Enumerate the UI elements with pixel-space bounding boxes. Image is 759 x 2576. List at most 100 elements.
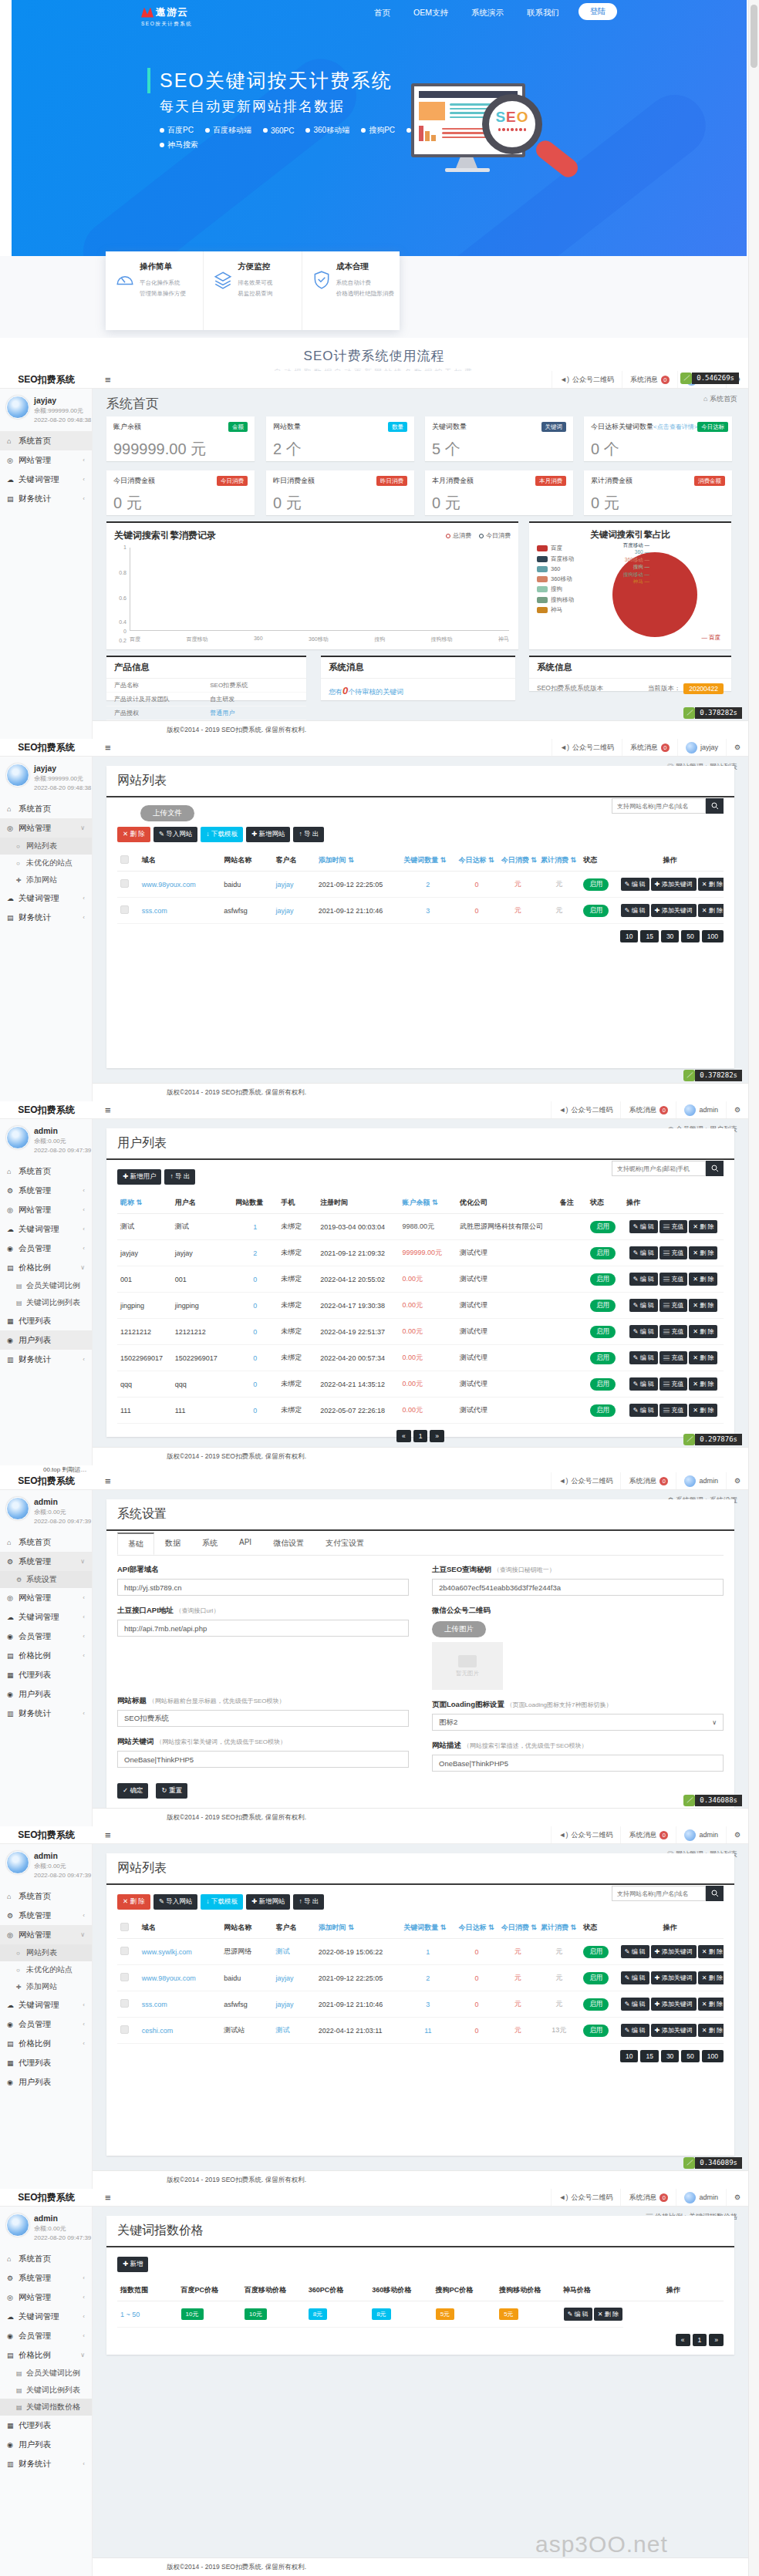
toolbar-button[interactable]: ↑ 导 出: [293, 1894, 324, 1910]
add-keyword-button[interactable]: ✚ 添加关键词: [651, 904, 697, 917]
pie-legend-item[interactable]: 360移动: [537, 575, 574, 583]
pie-legend-item[interactable]: 搜狗移动: [537, 596, 574, 604]
pie-legend-item[interactable]: 百度移动: [537, 555, 574, 563]
add-keyword-button[interactable]: ✚ 添加关键词: [651, 1998, 697, 2011]
row-checkbox[interactable]: [120, 879, 129, 888]
delete-button[interactable]: ✕ 删 除: [594, 2308, 622, 2321]
qr-menu[interactable]: ◄)公众号二维码: [551, 1826, 621, 1843]
sidebar-item[interactable]: ◉ 会员管理 ‹: [0, 1627, 92, 1646]
edit-button[interactable]: ✎ 编 辑: [621, 878, 649, 891]
sidebar-item[interactable]: ▤ 价格比例 ‹: [0, 1646, 92, 1665]
pie-legend-item[interactable]: 百度: [537, 545, 574, 552]
brand-title[interactable]: SEO扣费系统: [0, 1104, 93, 1117]
sidebar-item[interactable]: ▦ 代理列表: [0, 2416, 92, 2435]
sidebar-item[interactable]: ◉ 会员管理 ‹: [0, 2015, 92, 2034]
sidebar-item[interactable]: ⌂ 系统首页: [0, 799, 92, 818]
page-button[interactable]: »: [430, 1430, 444, 1442]
sidebar-toggle-icon[interactable]: ≡: [105, 374, 111, 386]
qr-menu[interactable]: ◄)公众号二维码: [551, 2189, 621, 2206]
sidebar-item[interactable]: ⚙ 系统管理 ‹: [0, 2268, 92, 2288]
delete-button[interactable]: ✕ 删 除: [689, 1273, 717, 1286]
sidebar-subitem[interactable]: ▤ 会员关键词比例: [0, 1277, 92, 1294]
page-button[interactable]: «: [676, 2334, 690, 2346]
sidebar-item[interactable]: ☁ 关键词管理 ‹: [0, 888, 92, 908]
toolbar-button[interactable]: ✎ 导入网站: [153, 1894, 197, 1910]
customer-link[interactable]: jayjay: [275, 881, 293, 888]
sidebar-item[interactable]: ▦ 代理列表: [0, 1311, 92, 1330]
system-message-menu[interactable]: 系统消息0: [620, 2189, 676, 2206]
nav-item[interactable]: 首页: [374, 8, 390, 19]
toolbar-button[interactable]: ↑ 导 出: [164, 1169, 195, 1185]
add-keyword-button[interactable]: ✚ 添加关键词: [651, 878, 697, 891]
recharge-button[interactable]: ▤ 充值: [659, 1325, 687, 1338]
edit-button[interactable]: ✎ 编 辑: [621, 1945, 649, 1958]
recharge-button[interactable]: ▤ 充值: [659, 1299, 687, 1312]
search-input[interactable]: [612, 1161, 706, 1176]
sidebar-item[interactable]: ▤ 价格比例 ∨: [0, 1258, 92, 1277]
delete-button[interactable]: ✕ 删 除: [689, 1325, 717, 1338]
edit-button[interactable]: ✎ 编 辑: [629, 1325, 658, 1338]
row-checkbox[interactable]: [120, 2025, 129, 2034]
sidebar-item[interactable]: ⌂ 系统首页: [0, 2249, 92, 2268]
select-all-checkbox[interactable]: [120, 1923, 129, 1931]
row-checkbox[interactable]: [120, 905, 129, 914]
sidebar-item[interactable]: ◎ 网站管理 ‹: [0, 450, 92, 470]
user-menu[interactable]: admin: [676, 1826, 726, 1843]
pie-legend-item[interactable]: 360: [537, 565, 574, 572]
customer-link[interactable]: 测试: [275, 1947, 289, 1955]
toolbar-button[interactable]: ✚ 新增网站: [246, 827, 290, 842]
site-domain-link[interactable]: ceshi.com: [142, 2027, 174, 2035]
brand-title[interactable]: SEO扣费系统: [0, 1475, 93, 1488]
user-menu[interactable]: admin: [676, 1101, 726, 1118]
sidebar-toggle-icon[interactable]: ≡: [105, 1104, 111, 1116]
page-size-button[interactable]: 50: [681, 930, 699, 942]
settings-tab[interactable]: 支付宝设置: [315, 1532, 375, 1555]
edit-button[interactable]: ✎ 编 辑: [621, 2024, 649, 2037]
delete-button[interactable]: ✕ 删 除: [689, 1377, 717, 1391]
sidebar-subitem[interactable]: ▤ 关键词比例列表: [0, 1294, 92, 1311]
system-message-menu[interactable]: 系统消息0: [622, 739, 677, 756]
sidebar-subitem[interactable]: ▤ 会员关键词比例: [0, 2365, 92, 2382]
add-keyword-button[interactable]: ✚ 添加关键词: [651, 1945, 697, 1958]
user-menu[interactable]: admin: [676, 1472, 726, 1489]
brand-title[interactable]: SEO扣费系统: [0, 741, 93, 754]
sidebar-item[interactable]: ▥ 财务统计 ‹: [0, 2454, 92, 2473]
delete-button[interactable]: ✕ 删 除: [698, 1998, 724, 2011]
add-price-button[interactable]: ✚ 新增: [117, 2257, 148, 2272]
settings-tab[interactable]: 微信设置: [262, 1532, 315, 1555]
settings-menu[interactable]: ⚙: [726, 739, 748, 756]
edit-button[interactable]: ✎ 编 辑: [629, 1404, 658, 1417]
qr-menu[interactable]: ◄)公众号二维码: [551, 1101, 621, 1118]
sidebar-item[interactable]: ▥ 财务统计 ‹: [0, 1350, 92, 1369]
toolbar-button[interactable]: ↑ 导 出: [293, 827, 324, 842]
sidebar-subitem[interactable]: ✚ 添加网站: [0, 1978, 92, 1995]
search-input[interactable]: [612, 1886, 706, 1901]
edit-button[interactable]: ✎ 编 辑: [629, 1273, 658, 1286]
page-size-button[interactable]: 50: [681, 2050, 699, 2062]
sidebar-subitem[interactable]: ○ 未优化的站点: [0, 1961, 92, 1978]
sidebar-item[interactable]: ◎ 网站管理 ∨: [0, 818, 92, 838]
brand-title[interactable]: SEO扣费系统: [0, 1829, 93, 1842]
toolbar-button[interactable]: ✚ 新增网站: [246, 1894, 290, 1910]
sidebar-item[interactable]: ◉ 用户列表: [0, 1684, 92, 1704]
page-button[interactable]: »: [709, 2334, 724, 2346]
settings-menu[interactable]: ⚙: [726, 1472, 748, 1489]
logo[interactable]: 遨游云 SEO按天计费系统: [141, 5, 192, 28]
pending-keywords-link[interactable]: 您有0个待审核的关键词: [321, 679, 515, 703]
keyword-count-link[interactable]: 3: [426, 907, 430, 915]
toolbar-button[interactable]: ✕ 删 除: [117, 827, 150, 842]
sidebar-subitem[interactable]: ○ 网站列表: [0, 1944, 92, 1961]
page-button[interactable]: 1: [693, 2334, 707, 2346]
select-all-checkbox[interactable]: [120, 855, 129, 864]
settings-menu[interactable]: ⚙: [726, 2189, 748, 2206]
scrollbar-track[interactable]: [748, 0, 759, 2576]
pie-legend-item[interactable]: 搜狗: [537, 585, 574, 593]
delete-button[interactable]: ✕ 删 除: [689, 1299, 717, 1312]
delete-button[interactable]: ✕ 删 除: [689, 1404, 717, 1417]
system-message-menu[interactable]: 系统消息0: [620, 1101, 676, 1118]
page-size-button[interactable]: 100: [702, 2050, 724, 2062]
system-message-menu[interactable]: 系统消息0: [622, 371, 677, 388]
sidebar-item[interactable]: ☁ 关键词管理 ‹: [0, 1607, 92, 1627]
site-domain-link[interactable]: sss.com: [142, 2001, 167, 2008]
toolbar-button[interactable]: ↓ 下载模板: [201, 1894, 243, 1910]
